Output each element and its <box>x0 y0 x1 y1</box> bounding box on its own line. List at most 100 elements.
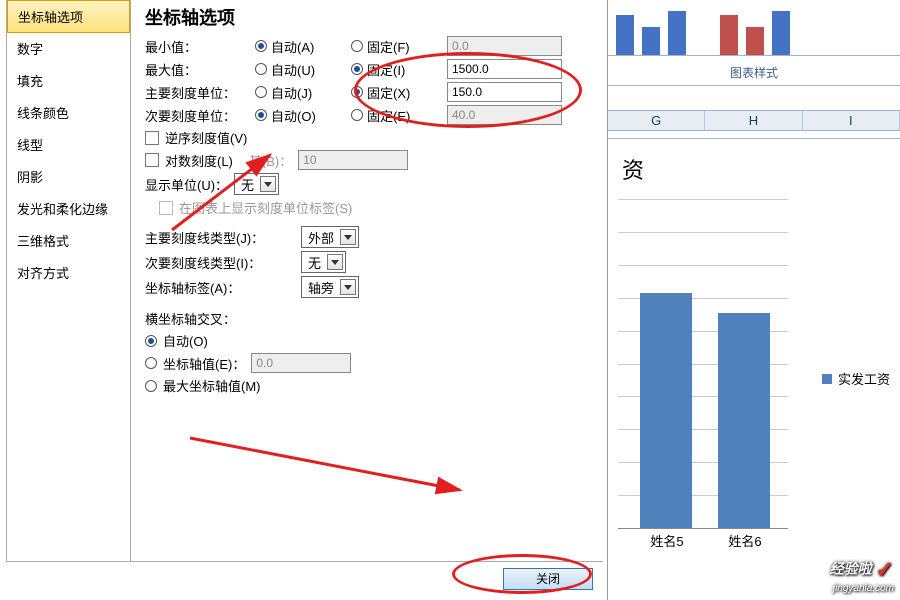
show-unit-label-text: 在图表上显示刻度单位标签(S) <box>179 198 352 217</box>
reverse-checkbox[interactable] <box>145 131 159 145</box>
style-thumb-bar <box>668 11 686 55</box>
sidebar-item-3d[interactable]: 三维格式 <box>7 225 130 257</box>
sidebar-item-line-color[interactable]: 线条颜色 <box>7 97 130 129</box>
watermark-brand: 经验啦 <box>830 561 872 577</box>
axis-label-label: 坐标轴标签(A)： <box>145 278 295 297</box>
sidebar-item-label: 阴影 <box>17 170 43 185</box>
axis-label-select[interactable]: 轴旁 <box>301 276 359 298</box>
sidebar-item-shadow[interactable]: 阴影 <box>7 161 130 193</box>
show-unit-label-checkbox <box>159 201 173 215</box>
major-auto-radio[interactable] <box>255 86 267 98</box>
panel-heading: 坐标轴选项 <box>145 4 593 30</box>
major-tick-value: 外部 <box>308 228 334 247</box>
column-headers: G H I <box>608 110 900 131</box>
row-show-unit-label: 在图表上显示刻度单位标签(S) <box>159 198 593 217</box>
min-label: 最小值： <box>145 37 249 56</box>
legend-swatch <box>822 374 832 384</box>
min-fixed-label: 固定(F) <box>367 37 410 56</box>
row-major-unit: 主要刻度单位： 自动(J) 固定(X) 150.0 <box>145 82 593 102</box>
chevron-down-icon <box>340 229 356 245</box>
row-reverse: 逆序刻度值(V) <box>145 128 593 147</box>
row-major-tick: 主要刻度线类型(J)： 外部 <box>145 225 593 248</box>
close-button[interactable]: 关闭 <box>503 568 593 590</box>
sidebar-item-label: 三维格式 <box>17 234 69 249</box>
min-fixed-radio[interactable] <box>351 40 363 52</box>
sidebar-item-label: 对齐方式 <box>17 266 69 281</box>
cross-at-label: 坐标轴值(E)： <box>163 354 245 373</box>
style-thumb-bar <box>746 27 764 55</box>
major-label: 主要刻度单位： <box>145 83 249 102</box>
style-thumb-bar <box>772 11 790 55</box>
minor-tick-value: 无 <box>308 253 321 272</box>
chart-title: 资 <box>608 139 900 195</box>
format-axis-dialog: 坐标轴选项 数字 填充 线条颜色 线型 阴影 发光和柔化边缘 三维格式 对齐方式… <box>0 0 608 600</box>
max-value-input[interactable]: 1500.0 <box>447 59 562 79</box>
max-label: 最大值： <box>145 60 249 79</box>
row-cross-at: 坐标轴值(E)： 0.0 <box>145 353 593 373</box>
column-header[interactable]: H <box>705 111 802 130</box>
category-sidebar: 坐标轴选项 数字 填充 线条颜色 线型 阴影 发光和柔化边缘 三维格式 对齐方式 <box>7 0 131 561</box>
minor-auto-label: 自动(O) <box>271 106 316 125</box>
row-min: 最小值： 自动(A) 固定(F) 0.0 <box>145 36 593 56</box>
sidebar-item-label: 线型 <box>17 138 43 153</box>
style-thumb-bar <box>720 15 738 55</box>
ribbon-chart-styles <box>608 0 900 56</box>
column-header[interactable]: I <box>803 111 900 130</box>
sidebar-item-axis-options[interactable]: 坐标轴选项 <box>7 0 130 33</box>
dialog-footer: 关闭 <box>0 562 607 600</box>
column-header[interactable]: G <box>608 111 705 130</box>
cross-max-label: 最大坐标轴值(M) <box>163 376 261 395</box>
embedded-chart[interactable]: 资 姓名5 姓名6 实发工资 <box>608 138 900 598</box>
check-icon: ✓ <box>876 557 894 582</box>
watermark: 经验啦 ✓ jingyanla.com <box>830 557 894 594</box>
row-display-unit: 显示单位(U)： 无 <box>145 173 593 195</box>
sidebar-item-fill[interactable]: 填充 <box>7 65 130 97</box>
sidebar-item-align[interactable]: 对齐方式 <box>7 257 130 289</box>
row-max: 最大值： 自动(U) 固定(I) 1500.0 <box>145 59 593 79</box>
display-unit-value: 无 <box>241 175 254 194</box>
max-auto-radio[interactable] <box>255 63 267 75</box>
sidebar-item-line-style[interactable]: 线型 <box>7 129 130 161</box>
row-minor-unit: 次要刻度单位： 自动(O) 固定(E) 40.0 <box>145 105 593 125</box>
log-base-label: 基(B)： <box>249 151 292 170</box>
dialog-body: 坐标轴选项 数字 填充 线条颜色 线型 阴影 发光和柔化边缘 三维格式 对齐方式… <box>6 0 603 562</box>
cross-max-radio[interactable] <box>145 380 157 392</box>
major-value-input[interactable]: 150.0 <box>447 82 562 102</box>
minor-fixed-radio[interactable] <box>351 109 363 121</box>
cross-auto-label: 自动(O) <box>163 331 208 350</box>
chart-bar[interactable] <box>640 293 692 528</box>
chevron-down-icon <box>340 279 356 295</box>
sidebar-item-label: 线条颜色 <box>17 106 69 121</box>
sidebar-item-label: 发光和柔化边缘 <box>17 202 108 217</box>
minor-value-input[interactable]: 40.0 <box>447 105 562 125</box>
sidebar-item-label: 坐标轴选项 <box>18 10 83 25</box>
minor-auto-radio[interactable] <box>255 109 267 121</box>
bar-category-label: 姓名5 <box>632 531 702 550</box>
legend-label: 实发工资 <box>838 369 890 388</box>
min-auto-radio[interactable] <box>255 40 267 52</box>
major-fixed-radio[interactable] <box>351 86 363 98</box>
reverse-label: 逆序刻度值(V) <box>165 128 247 147</box>
options-panel: 坐标轴选项 最小值： 自动(A) 固定(F) 0.0 最大值： 自动(U) 固定… <box>131 0 603 561</box>
close-button-label: 关闭 <box>536 572 560 586</box>
cross-auto-radio[interactable] <box>145 335 157 347</box>
cross-at-input[interactable]: 0.0 <box>251 353 351 373</box>
style-thumb-bar <box>642 27 660 55</box>
major-tick-select[interactable]: 外部 <box>301 226 359 248</box>
log-base-input[interactable]: 10 <box>298 150 408 170</box>
ribbon-group-label: 图表样式 <box>608 60 900 86</box>
min-value-input[interactable]: 0.0 <box>447 36 562 56</box>
minor-tick-label: 次要刻度线类型(I)： <box>145 253 295 272</box>
cross-at-radio[interactable] <box>145 357 157 369</box>
bar-category-label: 姓名6 <box>710 531 780 550</box>
chart-bar[interactable] <box>718 313 770 528</box>
minor-label: 次要刻度单位： <box>145 106 249 125</box>
sidebar-item-glow[interactable]: 发光和柔化边缘 <box>7 193 130 225</box>
display-unit-select[interactable]: 无 <box>234 173 279 195</box>
log-checkbox[interactable] <box>145 153 159 167</box>
max-fixed-radio[interactable] <box>351 63 363 75</box>
minor-tick-select[interactable]: 无 <box>301 251 346 273</box>
sidebar-item-number[interactable]: 数字 <box>7 33 130 65</box>
cross-heading: 横坐标轴交叉： <box>145 308 593 328</box>
max-fixed-label: 固定(I) <box>367 60 405 79</box>
